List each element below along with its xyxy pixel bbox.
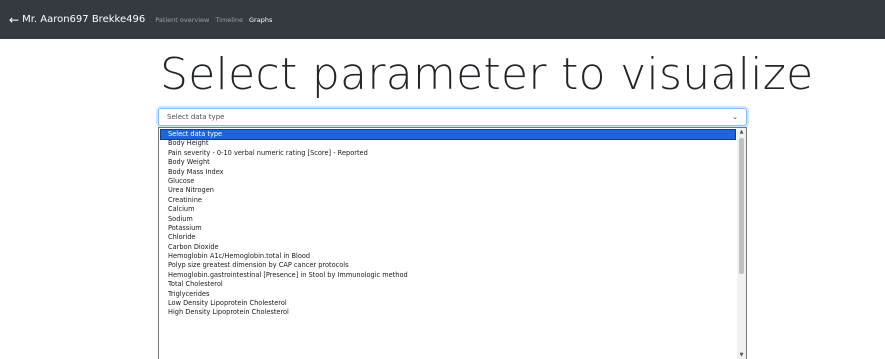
nav-link-graphs[interactable]: Graphs xyxy=(249,16,272,24)
dropdown-option[interactable]: Select data type xyxy=(160,128,736,141)
scroll-up-arrow-icon[interactable]: ▲ xyxy=(737,128,746,137)
dropdown-scrollbar[interactable]: ▲ ▼ xyxy=(737,128,746,359)
select-current-value: Select data type xyxy=(167,113,225,121)
dropdown-option[interactable]: Chloride xyxy=(159,233,737,242)
data-type-select[interactable]: Select data type ⌄ xyxy=(158,108,747,126)
dropdown-option[interactable]: Carbon Dioxide xyxy=(159,243,737,252)
dropdown-option[interactable]: Body Weight xyxy=(159,158,737,167)
dropdown-option[interactable]: Potassium xyxy=(159,224,737,233)
dropdown-option[interactable]: Hemoglobin A1c/Hemoglobin.total in Blood xyxy=(159,252,737,261)
dropdown-option[interactable]: Pain severity - 0-10 verbal numeric rati… xyxy=(159,149,737,158)
chevron-down-icon: ⌄ xyxy=(732,113,738,121)
dropdown-option[interactable]: Total Cholesterol xyxy=(159,280,737,289)
patient-name[interactable]: Mr. Aaron697 Brekke496 xyxy=(22,14,145,25)
scroll-thumb[interactable] xyxy=(739,138,744,274)
dropdown-option[interactable]: Body Height xyxy=(159,139,737,148)
dropdown-option[interactable]: Calcium xyxy=(159,205,737,214)
dropdown-option[interactable]: Creatinine xyxy=(159,196,737,205)
nav-link-patient-overview[interactable]: Patient overview xyxy=(155,16,209,24)
back-arrow-icon[interactable]: ← xyxy=(9,13,19,27)
dropdown-option[interactable]: Urea Nitrogen xyxy=(159,186,737,195)
dropdown-option[interactable]: Triglycerides xyxy=(159,290,737,299)
scroll-down-arrow-icon[interactable]: ▼ xyxy=(737,351,746,359)
dropdown-option[interactable]: Body Mass Index xyxy=(159,168,737,177)
dropdown-option[interactable]: Hemoglobin.gastrointestinal [Presence] i… xyxy=(159,271,737,280)
page-title: Select parameter to visualize xyxy=(160,49,814,100)
dropdown-option[interactable]: Glucose xyxy=(159,177,737,186)
top-navbar: ← Mr. Aaron697 Brekke496 Patient overvie… xyxy=(0,0,885,39)
dropdown-option[interactable]: Sodium xyxy=(159,215,737,224)
nav-link-timeline[interactable]: Timeline xyxy=(215,16,243,24)
dropdown-options: Select data type Body Height Pain severity… xyxy=(159,128,737,318)
dropdown-option[interactable]: Low Density Lipoprotein Cholesterol xyxy=(159,299,737,308)
dropdown-option[interactable]: Polyp size greatest dimension by CAP can… xyxy=(159,261,737,270)
data-type-dropdown-list[interactable]: Select data type Body Height Pain severity… xyxy=(158,127,747,359)
dropdown-option[interactable]: High Density Lipoprotein Cholesterol xyxy=(159,308,737,317)
